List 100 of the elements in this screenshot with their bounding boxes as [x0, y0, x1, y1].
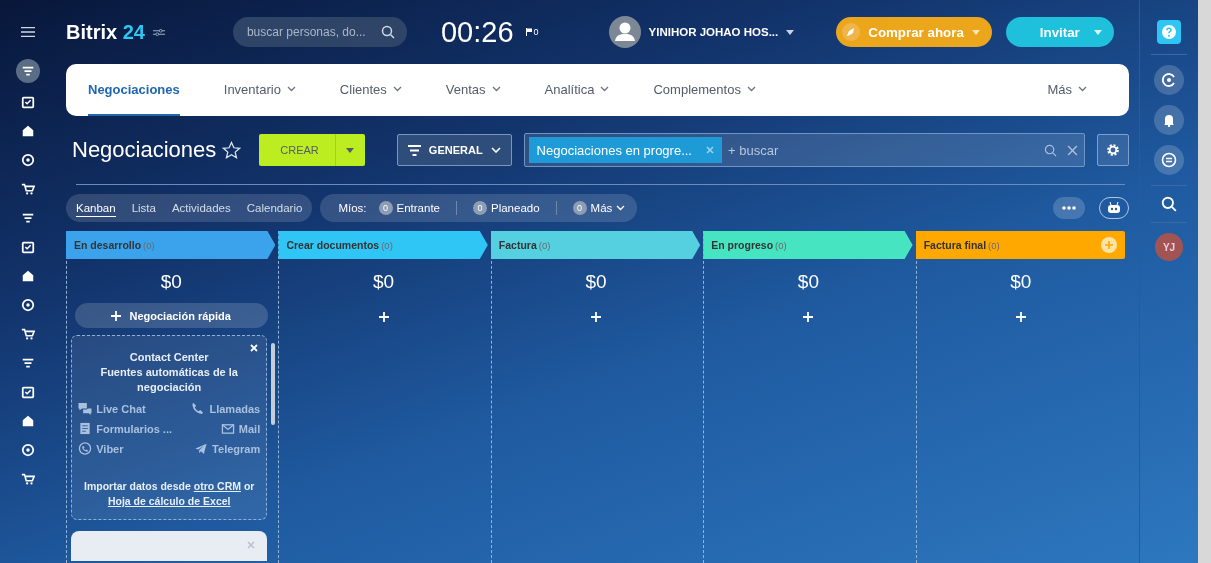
stage-amount: $0	[1010, 271, 1032, 293]
caret-icon	[971, 29, 980, 35]
stage-amount: $0	[585, 271, 607, 293]
chat-button[interactable]	[1154, 145, 1184, 175]
envelope-icon	[220, 422, 235, 435]
stage-name: Factura final	[923, 239, 987, 251]
flag-icon	[525, 28, 532, 36]
stage-header[interactable]: En desarrollo (0)	[66, 231, 276, 259]
nav-tab[interactable]: Negociaciones	[88, 64, 180, 116]
sidebar-item[interactable]	[16, 59, 40, 83]
sliders-icon[interactable]	[152, 27, 165, 37]
nav-tab[interactable]: Analítica	[544, 64, 610, 116]
filter-preset-button[interactable]: GENERAL	[396, 134, 512, 166]
notifications-button[interactable]	[1154, 105, 1184, 135]
import-link[interactable]: Hoja de cálculo de Excel	[107, 495, 231, 507]
caret-icon	[1093, 29, 1102, 35]
nav-tab[interactable]: Más	[1047, 64, 1087, 116]
channel-link[interactable]: Live Chat	[78, 402, 182, 415]
chevron-icon	[286, 86, 296, 92]
stage-count: (0)	[988, 239, 1000, 251]
stage-count: (0)	[381, 239, 393, 251]
target-icon	[21, 298, 35, 312]
stage-count: (0)	[538, 239, 551, 251]
clock-time[interactable]: 00:26	[440, 15, 514, 49]
channel-link[interactable]: Llamadas	[191, 402, 261, 415]
chevron-icon	[490, 147, 501, 153]
cart-icon	[21, 182, 35, 196]
checkbox-icon	[21, 385, 35, 399]
help-button[interactable]	[1157, 20, 1181, 44]
sync-button[interactable]	[1154, 65, 1184, 95]
cart-icon	[21, 327, 35, 341]
stage-name: En desarrollo	[74, 239, 142, 251]
view-tab[interactable]: Calendario	[246, 199, 303, 217]
stage-header[interactable]: Crear documentos (0)	[278, 231, 488, 259]
dots-icon	[1062, 206, 1076, 210]
stage-header[interactable]: Factura final (0)	[915, 231, 1126, 259]
robot-icon	[1107, 202, 1121, 214]
user-avatar-icon[interactable]	[608, 16, 641, 48]
question-icon	[1162, 25, 1176, 39]
user-avatar[interactable]: YJ	[1155, 233, 1183, 261]
nav-tab[interactable]: Complementos	[653, 64, 756, 116]
target-icon	[21, 153, 35, 167]
user-menu-button[interactable]: YINIHOR JOHAO HOS...	[648, 26, 795, 38]
plus-icon	[591, 312, 601, 322]
house-icon	[21, 269, 35, 283]
search-field[interactable]: buscar personas, do...	[232, 17, 407, 47]
search-icon[interactable]	[1161, 196, 1177, 212]
sync-icon	[1162, 73, 1176, 87]
channel-link[interactable]: Formularios ...	[78, 422, 182, 435]
plus-icon	[111, 310, 122, 321]
view-tab[interactable]: Lista	[131, 199, 156, 217]
chevron-icon	[491, 86, 501, 92]
import-text: Importar datos desde otro CRM or Hoja de cálculo de Excel	[83, 479, 256, 509]
target-icon	[21, 443, 35, 457]
chevron-icon	[1078, 86, 1087, 92]
settings-button[interactable]	[1097, 134, 1129, 166]
nav-tab[interactable]: Clientes	[339, 64, 402, 116]
nav-tab[interactable]: Ventas	[445, 64, 501, 116]
logo[interactable]: Bitrix 24	[66, 20, 145, 44]
checkbox-icon	[21, 240, 35, 254]
menu-icon[interactable]	[21, 26, 35, 38]
phone-icon	[191, 402, 206, 415]
view-tab[interactable]: Kanban	[76, 199, 116, 217]
channel-link[interactable]: Viber	[78, 442, 182, 455]
plus-icon	[1015, 312, 1026, 322]
stage-header[interactable]: Factura (0)	[490, 231, 701, 259]
stage-name: En progreso	[711, 239, 774, 251]
import-link[interactable]: otro CRM	[193, 480, 241, 492]
channel-link[interactable]: Mail	[191, 422, 261, 435]
stage-amount: $0	[373, 271, 395, 293]
card-title: Contact Center	[128, 350, 210, 365]
star-icon[interactable]	[222, 140, 242, 160]
channel-link[interactable]: Telegram	[191, 442, 261, 455]
counter-filter[interactable]: 0 Más	[572, 201, 626, 215]
house-icon	[21, 414, 35, 428]
search-input[interactable]: + buscar	[726, 141, 1034, 159]
nav-tab[interactable]: Inventario	[223, 64, 296, 116]
search-icon[interactable]	[380, 25, 395, 39]
more-button[interactable]	[1053, 197, 1085, 219]
quick-deal-button[interactable]: Negociación rápida	[74, 303, 268, 328]
counter-filter[interactable]: 0 Entrante	[378, 201, 440, 215]
filter-icon	[407, 144, 421, 156]
card-subtitle: Fuentes automáticas de la negociación	[99, 365, 239, 395]
scrollbar[interactable]	[271, 343, 276, 425]
stage-count: (0)	[775, 239, 787, 251]
chat-icon	[1161, 152, 1177, 168]
counter-filter[interactable]: 0 Planeado	[473, 201, 540, 215]
stage-name: Factura	[498, 239, 537, 251]
filter-icon	[21, 356, 35, 370]
flag-count: 0	[533, 27, 539, 37]
filter-icon	[21, 211, 35, 225]
search-icon[interactable]	[1044, 143, 1057, 157]
house-icon	[21, 124, 35, 138]
stage-header[interactable]: En progreso (0)	[703, 231, 913, 259]
chevron-icon	[600, 86, 610, 92]
chevron-icon	[746, 86, 756, 92]
scrollbar[interactable]	[1198, 0, 1211, 563]
chat-bubbles-icon	[78, 402, 93, 415]
caret-icon	[346, 147, 355, 153]
view-tab[interactable]: Actividades	[171, 199, 231, 217]
